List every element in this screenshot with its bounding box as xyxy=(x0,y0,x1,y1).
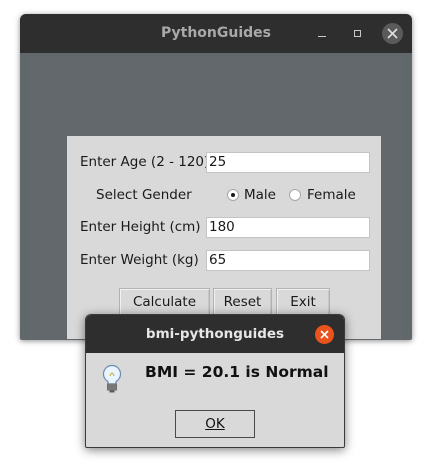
height-input[interactable]: 180 xyxy=(206,217,370,238)
weight-label: Enter Weight (kg) xyxy=(80,252,199,268)
window-body: Enter Age (2 - 120) 25 Select Gender Mal… xyxy=(30,56,402,340)
main-window: PythonGuides Enter Age (2 - 120) 25 Sele… xyxy=(20,14,412,340)
close-button[interactable] xyxy=(382,23,403,44)
age-input[interactable]: 25 xyxy=(206,152,370,173)
male-radio-label[interactable]: Male xyxy=(244,186,276,204)
main-titlebar[interactable]: PythonGuides xyxy=(20,14,412,53)
close-icon xyxy=(387,28,398,39)
dialog-close-button[interactable] xyxy=(315,325,334,344)
female-radio-label[interactable]: Female xyxy=(307,186,356,204)
exit-button[interactable]: Exit xyxy=(276,288,330,316)
ok-button[interactable]: OK xyxy=(175,410,255,438)
dialog-title: bmi-pythonguides xyxy=(145,326,285,342)
calculate-button[interactable]: Calculate xyxy=(119,288,210,316)
ok-button-label: OK xyxy=(205,416,225,432)
female-radio[interactable] xyxy=(289,189,301,201)
form-panel: Enter Age (2 - 120) 25 Select Gender Mal… xyxy=(67,136,381,339)
minimize-button[interactable] xyxy=(312,24,332,44)
message-dialog: bmi-pythonguides BMI = 20.1 is Normal OK xyxy=(85,314,345,448)
dialog-message: BMI = 20.1 is Normal xyxy=(145,363,329,381)
close-icon xyxy=(320,330,329,339)
age-label: Enter Age (2 - 120) xyxy=(80,154,210,170)
weight-input[interactable]: 65 xyxy=(206,250,370,271)
male-radio[interactable] xyxy=(227,189,239,201)
height-label: Enter Height (cm) xyxy=(80,219,201,235)
reset-button[interactable]: Reset xyxy=(213,288,272,316)
lightbulb-icon xyxy=(102,364,122,393)
dialog-titlebar[interactable]: bmi-pythonguides xyxy=(86,315,344,353)
maximize-button[interactable] xyxy=(348,24,368,44)
gender-label: Select Gender xyxy=(96,187,192,203)
